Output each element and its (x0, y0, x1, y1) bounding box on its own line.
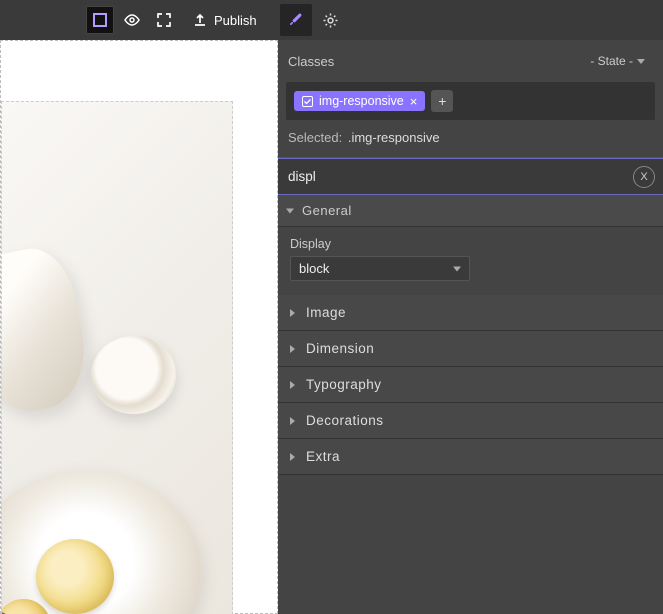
eye-icon (123, 11, 141, 29)
selected-label: Selected: (288, 130, 342, 145)
chevron-right-icon (290, 453, 295, 461)
toolbar-left-group: Publish (86, 6, 265, 34)
add-class-button[interactable]: + (431, 90, 453, 112)
classes-header: Classes - State - (278, 40, 663, 82)
plus-icon: + (438, 93, 446, 109)
clear-search-button[interactable]: X (633, 166, 655, 188)
canvas-inner (0, 40, 278, 614)
property-search-input[interactable] (278, 159, 663, 194)
fullscreen-icon (156, 12, 172, 28)
section-dimension-title: Dimension (306, 341, 374, 356)
display-property-label: Display (290, 237, 651, 251)
upload-icon (192, 12, 208, 28)
selected-value: .img-responsive (348, 130, 440, 145)
check-icon (302, 96, 313, 107)
toolbar-right-group (280, 4, 344, 36)
cup-shape (91, 336, 176, 414)
chevron-right-icon (290, 345, 295, 353)
display-property-value: block (299, 261, 329, 276)
section-image-header[interactable]: Image (278, 295, 663, 331)
section-dimension-header[interactable]: Dimension (278, 331, 663, 367)
class-chip-label: img-responsive (319, 94, 404, 108)
chevron-right-icon (290, 309, 295, 317)
top-toolbar: Publish (0, 0, 663, 40)
style-panel: Classes - State - img-responsive × + Sel… (278, 40, 663, 614)
main-area: Classes - State - img-responsive × + Sel… (0, 40, 663, 614)
preview-button[interactable] (118, 6, 146, 34)
settings-tab-button[interactable] (316, 6, 344, 34)
class-chip-container: img-responsive × + (286, 82, 655, 120)
publish-label: Publish (214, 13, 257, 28)
publish-button[interactable]: Publish (184, 8, 265, 32)
fullscreen-button[interactable] (150, 6, 178, 34)
close-icon: X (640, 171, 647, 183)
outline-toggle-button[interactable] (86, 6, 114, 34)
section-general-header[interactable]: General (278, 195, 663, 227)
section-decorations-title: Decorations (306, 413, 384, 428)
display-property-select[interactable]: block (290, 256, 470, 281)
section-general-title: General (302, 203, 352, 218)
section-image-title: Image (306, 305, 346, 320)
selected-image[interactable] (1, 101, 233, 614)
lemon-shape (36, 539, 114, 614)
remove-class-icon[interactable]: × (410, 95, 418, 108)
chevron-down-icon (286, 208, 294, 213)
classes-title: Classes (288, 54, 334, 69)
pitcher-shape (1, 241, 96, 420)
styles-tab-button[interactable] (280, 4, 312, 36)
section-typography-header[interactable]: Typography (278, 367, 663, 403)
section-decorations-header[interactable]: Decorations (278, 403, 663, 439)
chevron-right-icon (290, 417, 295, 425)
section-general-body: Display block (278, 227, 663, 295)
square-outline-icon (92, 12, 108, 28)
chevron-down-icon (637, 59, 645, 64)
section-extra-title: Extra (306, 449, 340, 464)
selected-indicator: Selected: .img-responsive (278, 120, 663, 158)
search-row: X (278, 158, 663, 195)
section-typography-title: Typography (306, 377, 382, 392)
gear-icon (322, 12, 339, 29)
brush-icon (287, 11, 305, 29)
canvas-area[interactable] (0, 40, 278, 614)
state-label: - State - (590, 54, 633, 68)
chevron-down-icon (453, 266, 461, 271)
section-extra-header[interactable]: Extra (278, 439, 663, 475)
chevron-right-icon (290, 381, 295, 389)
class-chip[interactable]: img-responsive × (294, 91, 425, 111)
state-dropdown[interactable]: - State - (584, 50, 651, 72)
image-placeholder (1, 101, 233, 614)
